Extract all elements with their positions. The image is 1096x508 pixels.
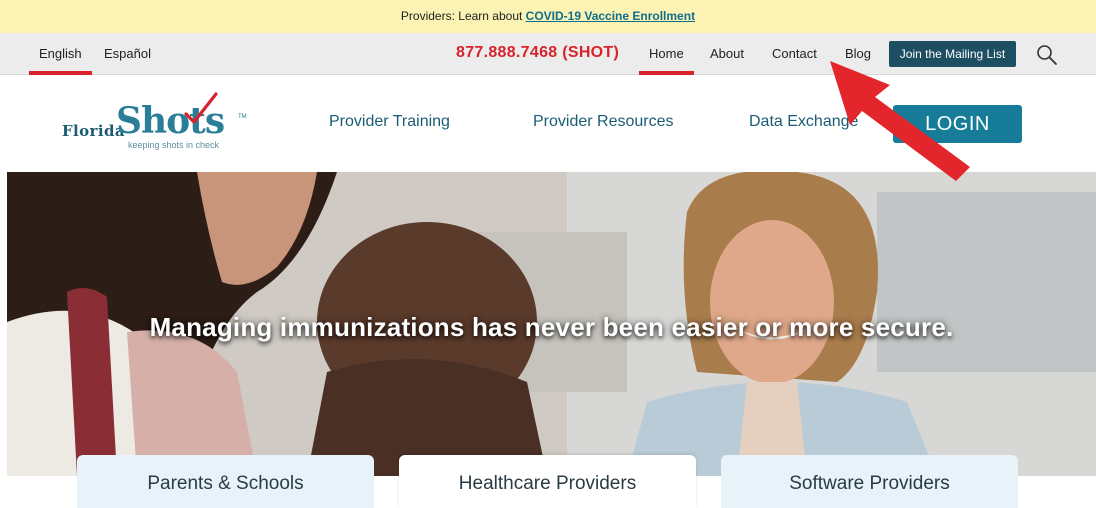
nav-blog[interactable]: Blog [845,33,871,75]
utility-nav: English Español 877.888.7468 (SHOT) Home… [0,33,1096,75]
join-mailing-list-button[interactable]: Join the Mailing List [889,41,1016,67]
nav-contact[interactable]: Contact [772,33,817,75]
covid-enrollment-link[interactable]: COVID-19 Vaccine Enrollment [526,9,695,23]
announcement-text: Providers: Learn about [400,9,523,23]
search-icon[interactable] [1035,43,1059,67]
nav-provider-training[interactable]: Provider Training [329,113,450,131]
tab-parents-schools[interactable]: Parents & Schools [77,455,374,508]
tab-software-providers[interactable]: Software Providers [721,455,1018,508]
tab-healthcare-providers[interactable]: Healthcare Providers [399,455,696,508]
logo-trademark: TM [238,114,247,120]
language-espanol[interactable]: Español [104,33,151,75]
florida-shots-logo[interactable]: Florida Shots TM keeping shots in check [60,92,260,154]
nav-about[interactable]: About [710,33,744,75]
checkmark-icon [184,92,218,124]
nav-data-exchange[interactable]: Data Exchange [749,113,858,131]
phone-number[interactable]: 877.888.7468 (SHOT) [456,33,619,75]
login-button[interactable]: LOGIN [893,105,1022,143]
language-english[interactable]: English [29,33,92,75]
site-header: Florida Shots TM keeping shots in check … [0,76,1096,172]
announcement-bar: Providers: Learn about COVID-19 Vaccine … [0,0,1096,33]
logo-tagline: keeping shots in check [128,140,220,150]
nav-home[interactable]: Home [639,33,694,75]
hero-banner: Managing immunizations has never been ea… [7,172,1096,476]
hero-headline: Managing immunizations has never been ea… [149,312,954,342]
nav-provider-resources[interactable]: Provider Resources [533,113,674,131]
